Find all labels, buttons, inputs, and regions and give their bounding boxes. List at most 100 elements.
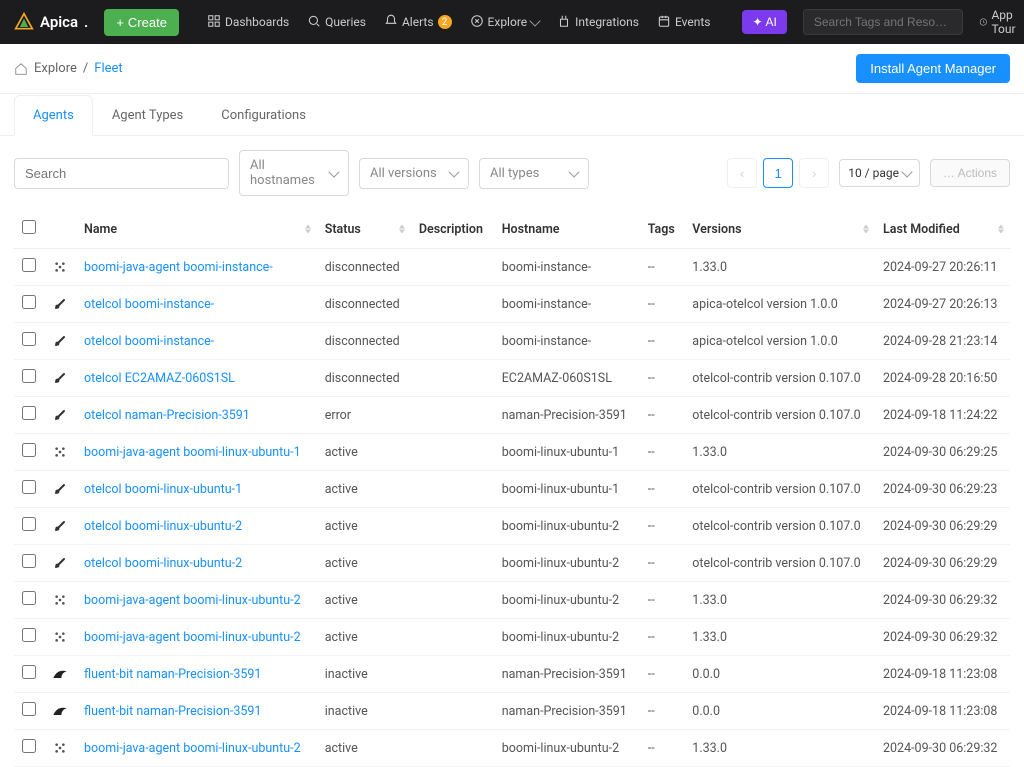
search-input[interactable] <box>14 158 229 189</box>
hostname-cell: naman-Precision-3591 <box>494 397 640 434</box>
agent-name-link[interactable]: otelcol EC2AMAZ-060S1SL <box>84 371 235 386</box>
modified-cell: 2024-09-30 06:29:32 <box>875 619 1010 656</box>
row-checkbox[interactable] <box>22 480 36 494</box>
alert-badge: 2 <box>438 15 452 29</box>
agent-name-link[interactable]: otelcol boomi-instance- <box>84 334 214 349</box>
modified-cell: 2024-09-30 06:29:32 <box>875 582 1010 619</box>
next-page-button[interactable]: › <box>799 158 829 188</box>
nav-alerts[interactable]: Alerts2 <box>384 14 452 31</box>
row-checkbox[interactable] <box>22 739 36 753</box>
modified-cell: 2024-09-30 06:29:25 <box>875 434 1010 471</box>
queries-icon <box>307 14 321 31</box>
col-name[interactable]: Name <box>76 210 317 249</box>
nav-queries[interactable]: Queries <box>307 14 366 31</box>
hostname-cell: naman-Precision-3591 <box>494 693 640 730</box>
agent-name-link[interactable]: boomi-java-agent boomi-linux-ubuntu-1 <box>84 445 301 460</box>
description-cell <box>411 508 494 545</box>
nav-dashboards[interactable]: Dashboards <box>207 14 289 31</box>
row-checkbox[interactable] <box>22 443 36 457</box>
versions-cell: 1.33.0 <box>684 619 875 656</box>
ai-button[interactable]: ✦ AI <box>742 10 786 34</box>
agent-type-icon <box>52 296 68 312</box>
row-checkbox[interactable] <box>22 517 36 531</box>
col-versions[interactable]: Versions <box>684 210 875 249</box>
tags-cell: -- <box>640 360 685 397</box>
modified-cell: 2024-09-30 06:29:29 <box>875 545 1010 582</box>
row-checkbox[interactable] <box>22 702 36 716</box>
row-checkbox[interactable] <box>22 332 36 346</box>
row-checkbox[interactable] <box>22 628 36 642</box>
row-checkbox[interactable] <box>22 665 36 679</box>
pagination: ‹ 1 › <box>727 158 829 188</box>
install-agent-manager-button[interactable]: Install Agent Manager <box>856 54 1010 83</box>
versions-select[interactable]: All versions <box>359 158 469 189</box>
agent-type-icon <box>52 481 68 497</box>
tab-agents[interactable]: Agents <box>14 95 93 136</box>
page-1-button[interactable]: 1 <box>763 158 793 188</box>
hostname-cell: boomi-linux-ubuntu-1 <box>494 434 640 471</box>
nav-explore[interactable]: Explore <box>470 14 540 31</box>
agent-type-icon <box>52 703 68 719</box>
col-hostname: Hostname <box>494 210 640 249</box>
agent-name-link[interactable]: otelcol boomi-linux-ubuntu-2 <box>84 519 242 534</box>
prev-page-button[interactable]: ‹ <box>727 158 757 188</box>
nav-events[interactable]: Events <box>657 14 711 31</box>
agent-name-link[interactable]: otelcol naman-Precision-3591 <box>84 408 250 423</box>
hostname-cell: boomi-linux-ubuntu-2 <box>494 730 640 767</box>
col-last-modified[interactable]: Last Modified <box>875 210 1010 249</box>
status-cell: active <box>317 508 411 545</box>
table-row: boomi-java-agent boomi-instance-disconne… <box>14 249 1010 286</box>
table-row: otelcol EC2AMAZ-060S1SLdisconnectedEC2AM… <box>14 360 1010 397</box>
row-checkbox[interactable] <box>22 295 36 309</box>
logo[interactable]: Apica. <box>14 12 88 32</box>
modified-cell: 2024-09-18 11:23:08 <box>875 693 1010 730</box>
sort-icon <box>998 225 1004 234</box>
agent-name-link[interactable]: otelcol boomi-linux-ubuntu-1 <box>84 482 242 497</box>
breadcrumb-root[interactable]: Explore <box>34 61 77 76</box>
select-all-checkbox[interactable] <box>22 220 36 234</box>
hostname-cell: boomi-linux-ubuntu-2 <box>494 619 640 656</box>
sort-icon <box>305 225 311 234</box>
agents-table: Name Status Description Hostname Tags Ve… <box>14 210 1010 767</box>
row-checkbox[interactable] <box>22 258 36 272</box>
app-tour-link[interactable]: App Tour <box>979 8 1021 36</box>
description-cell <box>411 397 494 434</box>
row-checkbox[interactable] <box>22 406 36 420</box>
agent-name-link[interactable]: otelcol boomi-linux-ubuntu-2 <box>84 556 242 571</box>
col-status[interactable]: Status <box>317 210 411 249</box>
versions-cell: otelcol-contrib version 0.107.0 <box>684 508 875 545</box>
table-row: otelcol boomi-instance-disconnectedboomi… <box>14 323 1010 360</box>
table-row: fluent-bit naman-Precision-3591inactiven… <box>14 656 1010 693</box>
tab-configurations[interactable]: Configurations <box>202 95 325 136</box>
nav-integrations[interactable]: Integrations <box>557 14 639 31</box>
agent-name-link[interactable]: fluent-bit naman-Precision-3591 <box>84 704 261 719</box>
logo-icon <box>14 12 34 32</box>
versions-cell: apica-otelcol version 1.0.0 <box>684 286 875 323</box>
breadcrumb-bar: Explore / Fleet Install Agent Manager <box>0 44 1024 94</box>
create-button[interactable]: + Create <box>104 9 179 36</box>
tab-agent-types[interactable]: Agent Types <box>93 95 202 136</box>
agent-name-link[interactable]: otelcol boomi-instance- <box>84 297 214 312</box>
integrations-icon <box>557 14 571 31</box>
hostnames-select[interactable]: All hostnames <box>239 150 349 196</box>
agent-name-link[interactable]: boomi-java-agent boomi-linux-ubuntu-2 <box>84 630 301 645</box>
row-checkbox[interactable] <box>22 591 36 605</box>
tags-cell: -- <box>640 730 685 767</box>
modified-cell: 2024-09-27 20:26:11 <box>875 249 1010 286</box>
page-size-select[interactable]: 10 / page <box>839 159 920 187</box>
types-select[interactable]: All types <box>479 158 589 189</box>
versions-cell: 0.0.0 <box>684 656 875 693</box>
row-checkbox[interactable] <box>22 369 36 383</box>
global-search-input[interactable] <box>803 9 963 35</box>
agent-name-link[interactable]: boomi-java-agent boomi-instance- <box>84 260 273 275</box>
modified-cell: 2024-09-18 11:24:22 <box>875 397 1010 434</box>
versions-cell: 1.33.0 <box>684 730 875 767</box>
row-checkbox[interactable] <box>22 554 36 568</box>
description-cell <box>411 286 494 323</box>
hostname-cell: boomi-linux-ubuntu-2 <box>494 545 640 582</box>
actions-button[interactable]: … Actions <box>930 159 1010 187</box>
table-row: boomi-java-agent boomi-linux-ubuntu-2act… <box>14 619 1010 656</box>
agent-name-link[interactable]: fluent-bit naman-Precision-3591 <box>84 667 261 682</box>
agent-name-link[interactable]: boomi-java-agent boomi-linux-ubuntu-2 <box>84 593 301 608</box>
agent-name-link[interactable]: boomi-java-agent boomi-linux-ubuntu-2 <box>84 741 301 756</box>
